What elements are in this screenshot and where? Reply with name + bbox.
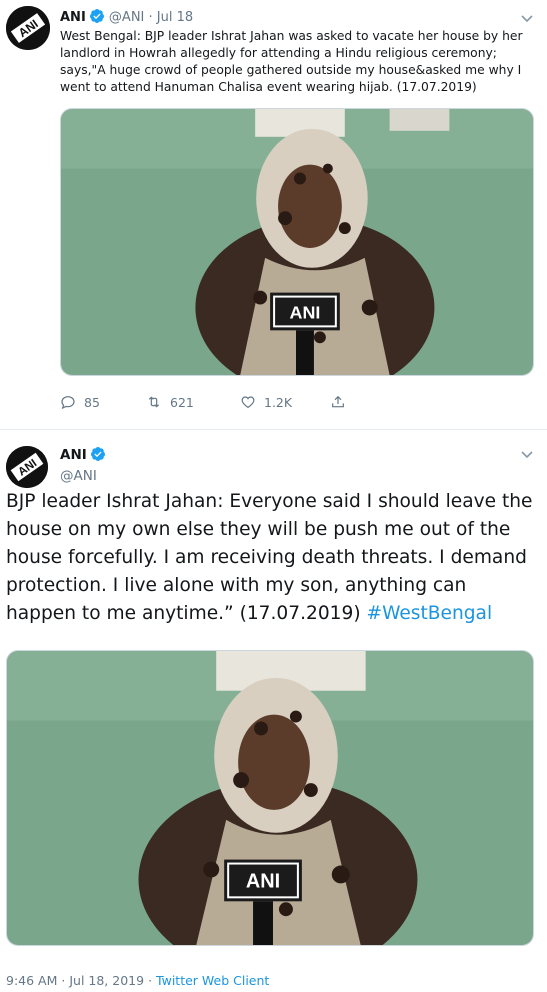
reply-icon: [61, 396, 75, 410]
verified-badge-icon: [89, 9, 104, 23]
tweet-video-thumbnail[interactable]: ANI: [60, 108, 534, 376]
reply-action[interactable]: 85: [60, 392, 100, 412]
meta-separator: ·: [61, 973, 66, 988]
tweet-date[interactable]: Jul 18: [157, 10, 193, 25]
verified-badge-icon: [90, 447, 105, 461]
tweet-date[interactable]: Jul 18, 2019: [69, 973, 144, 988]
author-name[interactable]: ANI: [60, 10, 86, 25]
like-count: 1.2K: [264, 394, 293, 410]
retweet-count: 621: [170, 394, 194, 410]
share-action[interactable]: [330, 392, 346, 412]
header-separator: ·: [148, 10, 153, 25]
share-icon: [332, 395, 344, 408]
media-logo: ANI: [290, 302, 321, 322]
reply-count: 85: [84, 394, 100, 410]
chevron-down-icon[interactable]: [519, 10, 535, 26]
face: [278, 164, 342, 248]
retweet-icon: [148, 396, 160, 408]
media-logo: ANI: [246, 870, 280, 892]
tweet-compact[interactable]: ANI ANI @ANI · Jul 18 West Bengal: BJP l…: [0, 0, 547, 430]
tweet-expanded: ANI ANI @ANI BJP leader Ishrat Jahan: Ev…: [0, 430, 547, 992]
tweet-timestamp-row: 9:46 AM · Jul 18, 2019 · Twitter Web Cli…: [6, 973, 269, 988]
tweet-text: BJP leader Ishrat Jahan: Everyone said I…: [6, 488, 536, 628]
ani-avatar[interactable]: ANI: [6, 446, 48, 488]
tweet-actions: 85 621 1.2K: [60, 392, 360, 412]
author-handle[interactable]: @ANI: [60, 468, 97, 484]
tweet-time[interactable]: 9:46 AM: [6, 973, 57, 988]
client-link[interactable]: Twitter Web Client: [156, 973, 269, 988]
hashtag-link[interactable]: #WestBengal: [366, 603, 492, 624]
retweet-action[interactable]: 621: [146, 392, 194, 412]
tweet-header: ANI @ANI · Jul 18: [60, 8, 193, 25]
ani-avatar[interactable]: ANI: [6, 6, 50, 50]
author-name-row[interactable]: ANI: [60, 446, 106, 463]
heart-icon: [241, 396, 255, 409]
like-action[interactable]: 1.2K: [240, 392, 292, 412]
author-handle[interactable]: @ANI: [109, 10, 144, 25]
meta-separator: ·: [148, 973, 153, 988]
tweet-text: West Bengal: BJP leader Ishrat Jahan was…: [60, 29, 523, 94]
tweet-video-thumbnail[interactable]: ANI: [6, 650, 534, 946]
author-name[interactable]: ANI: [60, 447, 87, 463]
face: [238, 714, 310, 810]
chevron-down-icon[interactable]: [519, 446, 535, 462]
